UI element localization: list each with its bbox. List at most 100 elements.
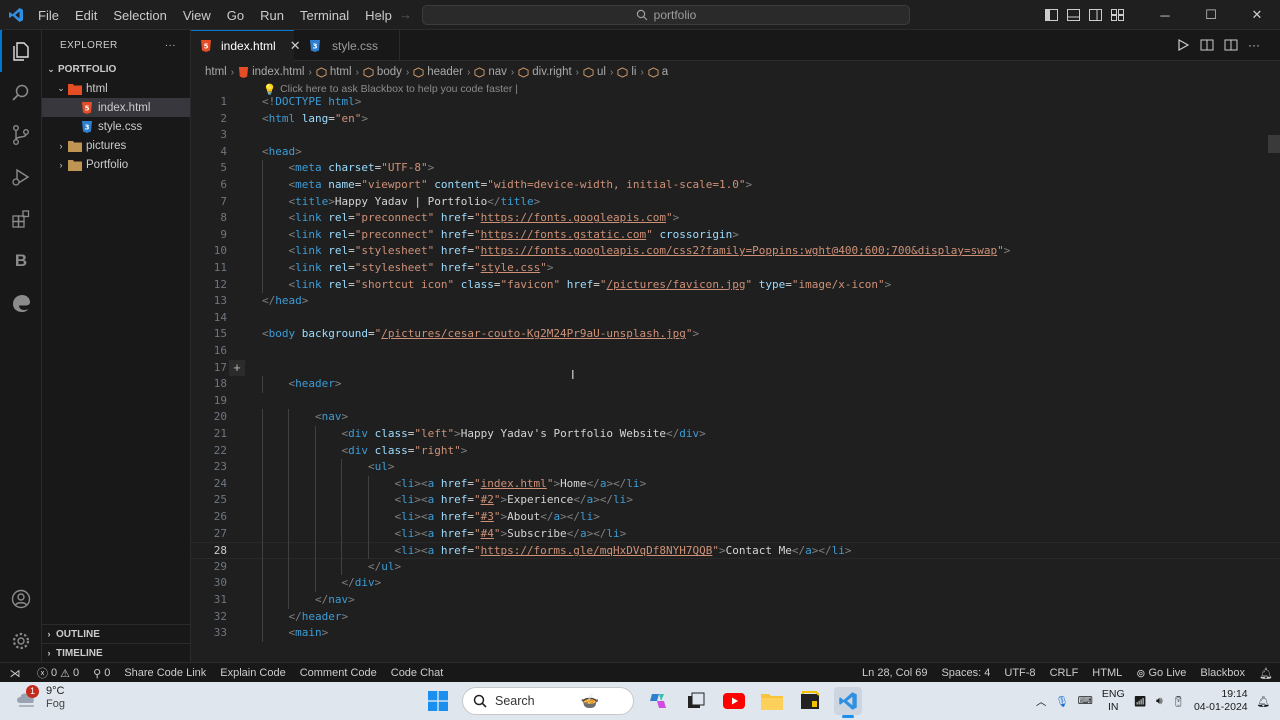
code-line[interactable]: 16: [191, 343, 1280, 360]
wifi-icon[interactable]: 📶︎: [1134, 695, 1147, 708]
code-line[interactable]: 19: [191, 393, 1280, 410]
code-line[interactable]: 9 <link rel="preconnect" href="https://f…: [191, 227, 1280, 244]
comment-code[interactable]: Comment Code: [293, 667, 384, 679]
minimize-icon[interactable]: ─: [1142, 0, 1188, 30]
explain-code[interactable]: Explain Code: [213, 667, 292, 679]
code-line[interactable]: 11 <link rel="stylesheet" href="style.cs…: [191, 260, 1280, 277]
file-explorer-icon[interactable]: [758, 687, 786, 715]
language-mode[interactable]: HTML: [1085, 667, 1129, 679]
blackbox-icon[interactable]: B: [0, 240, 42, 282]
clock[interactable]: 19:14 04-01-2024: [1194, 688, 1248, 714]
breadcrumb-item[interactable]: nav: [488, 66, 507, 78]
tree-item-index-html[interactable]: 5 index.html: [42, 98, 190, 117]
code-editor[interactable]: 💡 Click here to ask Blackbox to help you…: [191, 83, 1280, 662]
problems-status[interactable]: ⓧ 0 ⚠ 0: [30, 665, 86, 681]
forward-arrow-icon[interactable]: →: [399, 7, 412, 22]
code-line[interactable]: 31 </nav>: [191, 592, 1280, 609]
remote-icon[interactable]: ⋊: [0, 663, 30, 683]
toggle-sidebar-icon[interactable]: [1040, 0, 1062, 30]
tree-item-style-css[interactable]: 3 style.css: [42, 117, 190, 136]
outline-section[interactable]: › OUTLINE: [42, 624, 191, 643]
explorer-more-icon[interactable]: ···: [165, 40, 176, 51]
tree-item-pictures[interactable]: › pictures: [42, 136, 190, 155]
run-icon[interactable]: [1176, 38, 1190, 52]
microphone-icon[interactable]: 🎙︎: [1055, 695, 1068, 708]
explorer-icon[interactable]: [0, 30, 42, 72]
folder-root[interactable]: ⌄ PORTFOLIO: [42, 60, 190, 79]
code-chat[interactable]: Code Chat: [384, 667, 451, 679]
menu-view[interactable]: View: [175, 8, 219, 23]
add-comment-icon[interactable]: +: [229, 359, 245, 376]
tree-item-portfolio[interactable]: › Portfolio: [42, 155, 190, 174]
code-line[interactable]: 3: [191, 127, 1280, 144]
code-line[interactable]: 4 <head>: [191, 144, 1280, 161]
code-line[interactable]: 17: [191, 360, 1280, 377]
code-line[interactable]: 25 <li><a href="#2">Experience</a></li>: [191, 492, 1280, 509]
timeline-section[interactable]: › TIMELINE: [42, 643, 191, 662]
code-line[interactable]: 14: [191, 310, 1280, 327]
split-editor-icon[interactable]: [1224, 38, 1238, 52]
code-line[interactable]: 5 <meta charset="UTF-8">: [191, 160, 1280, 177]
code-line[interactable]: 21 <div class="left">Happy Yadav's Portf…: [191, 426, 1280, 443]
windows-start-icon[interactable]: [424, 687, 452, 715]
breadcrumb-item[interactable]: li: [631, 66, 636, 78]
menu-selection[interactable]: Selection: [105, 8, 174, 23]
search-icon[interactable]: [0, 72, 42, 114]
menu-run[interactable]: Run: [252, 8, 292, 23]
more-actions-icon[interactable]: ···: [1248, 38, 1260, 52]
code-line[interactable]: 18 <header>: [191, 376, 1280, 393]
breadcrumb-item[interactable]: body: [377, 66, 402, 78]
volume-icon[interactable]: 🔊︎: [1156, 695, 1163, 708]
code-line[interactable]: 1 <!DOCTYPE html>: [191, 94, 1280, 111]
command-center[interactable]: portfolio: [422, 5, 910, 25]
edge-devtools-icon[interactable]: [0, 282, 42, 324]
tab-style-css[interactable]: 3 style.css: [294, 30, 400, 61]
toggle-panel-icon[interactable]: [1062, 0, 1084, 30]
close-window-icon[interactable]: ✕: [1234, 0, 1280, 30]
ports-status[interactable]: ⚲ 0: [86, 667, 117, 680]
maximize-icon[interactable]: ☐: [1188, 0, 1234, 30]
language-indicator[interactable]: ENG IN: [1102, 688, 1125, 714]
menu-file[interactable]: File: [30, 8, 67, 23]
extensions-icon[interactable]: [0, 198, 42, 240]
code-line[interactable]: 13 </head>: [191, 293, 1280, 310]
code-line[interactable]: 29 </ul>: [191, 559, 1280, 576]
share-code-link[interactable]: Share Code Link: [117, 667, 213, 679]
code-line[interactable]: 7 <title>Happy Yadav | Portfolio</title>: [191, 194, 1280, 211]
encoding[interactable]: UTF-8: [997, 667, 1042, 679]
code-line[interactable]: 26 <li><a href="#3">About</a></li>: [191, 509, 1280, 526]
menu-terminal[interactable]: Terminal: [292, 8, 357, 23]
code-line[interactable]: 23 <ul>: [191, 459, 1280, 476]
code-line[interactable]: 20 <nav>: [191, 409, 1280, 426]
breadcrumb-item[interactable]: html: [205, 66, 227, 78]
code-line[interactable]: 27 <li><a href="#4">Subscribe</a></li>: [191, 526, 1280, 543]
source-control-icon[interactable]: [0, 114, 42, 156]
accounts-icon[interactable]: [0, 578, 42, 620]
copilot-icon[interactable]: [644, 687, 672, 715]
keyboard-icon[interactable]: ⌨: [1078, 695, 1093, 707]
back-arrow-icon[interactable]: ←: [372, 7, 385, 22]
blackbox-status[interactable]: Blackbox: [1193, 667, 1252, 679]
open-preview-icon[interactable]: [1200, 38, 1214, 52]
breadcrumb-item[interactable]: div.right: [532, 66, 571, 78]
scrollbar-slider[interactable]: [1268, 135, 1280, 153]
breadcrumb-item[interactable]: html: [330, 66, 352, 78]
code-line[interactable]: 8 <link rel="preconnect" href="https://f…: [191, 210, 1280, 227]
breadcrumb-item[interactable]: header: [427, 66, 463, 78]
tab-index-html[interactable]: 5 index.html ✕: [191, 30, 301, 61]
indentation[interactable]: Spaces: 4: [934, 667, 997, 679]
cursor-position[interactable]: Ln 28, Col 69: [855, 667, 934, 679]
code-line[interactable]: 2 <html lang="en">: [191, 111, 1280, 128]
end-of-line[interactable]: CRLF: [1043, 667, 1086, 679]
menu-edit[interactable]: Edit: [67, 8, 105, 23]
code-line[interactable]: 22 <div class="right">: [191, 443, 1280, 460]
taskbar-search[interactable]: Search 🍲: [462, 687, 634, 715]
breadcrumb-item[interactable]: ul: [597, 66, 606, 78]
code-line[interactable]: 15 <body background="/pictures/cesar-cout…: [191, 326, 1280, 343]
notifications-bell-icon[interactable]: 🔔︎: [1252, 667, 1280, 680]
vscode-taskbar-icon[interactable]: [834, 687, 862, 718]
code-line[interactable]: 32 </header>: [191, 609, 1280, 626]
customize-layout-icon[interactable]: [1106, 0, 1128, 30]
task-view-icon[interactable]: [682, 687, 710, 715]
breadcrumb-item[interactable]: index.html: [252, 66, 304, 78]
